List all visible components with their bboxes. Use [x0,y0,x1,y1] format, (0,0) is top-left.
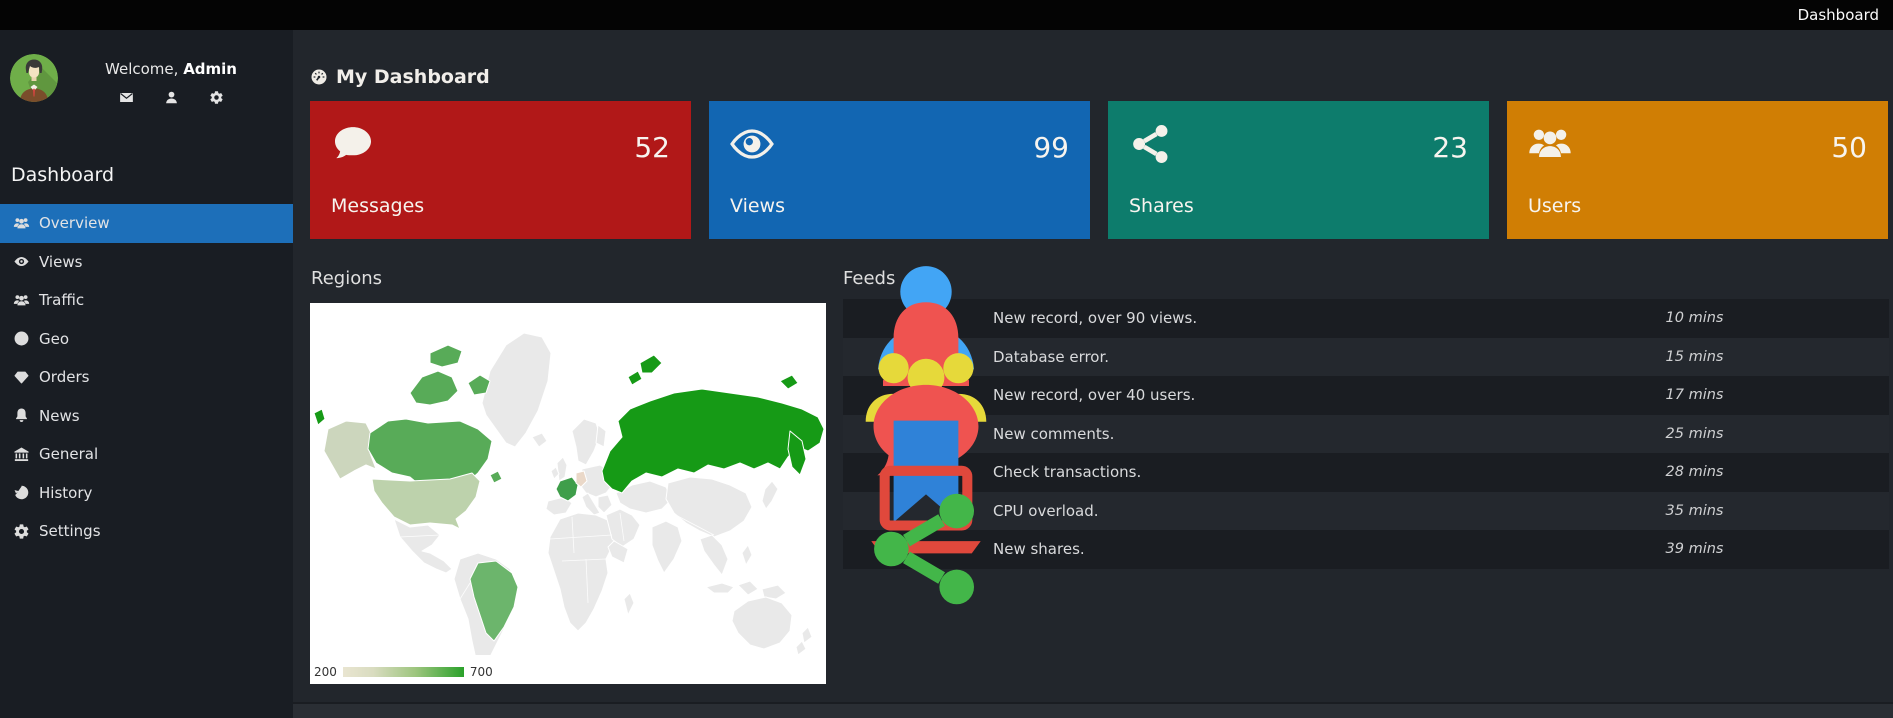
sidebar: Welcome, Admin Dashboard Overview Views [0,30,293,718]
sidebar-item-label: Geo [39,330,69,348]
bullseye-icon [13,330,30,347]
map-legend: 200 700 [314,665,493,679]
page-title-text: My Dashboard [336,66,490,88]
world-map[interactable]: 200 700 [310,303,826,684]
feed-row[interactable]: CPU overload. 35 mins [843,492,1889,531]
stat-card-users[interactable]: 50 Users [1507,101,1888,239]
share-icon [859,482,993,616]
feed-time: 39 mins [1500,541,1889,557]
footer-bar [293,702,1893,718]
feed-text: New record, over 40 users. [993,386,1500,404]
welcome-text: Welcome, Admin [66,60,276,78]
stat-cards: 52 Messages 99 Views 23 Shares [310,101,1888,239]
sidebar-item-views[interactable]: Views [0,243,293,282]
feed-time: 28 mins [1500,464,1889,480]
topbar-title: Dashboard [1798,6,1879,24]
sidebar-item-geo[interactable]: Geo [0,320,293,359]
stat-value: 99 [1033,131,1069,164]
feed-row[interactable]: New record, over 90 views. 10 mins [843,299,1889,338]
sidebar-item-label: Overview [39,214,110,232]
feed-row[interactable]: New shares. 39 mins [843,530,1889,569]
feed-row[interactable]: Check transactions. 28 mins [843,453,1889,492]
bell-icon [13,407,30,424]
feed-time: 10 mins [1500,310,1889,326]
feed-row[interactable]: Database error. 15 mins [843,338,1889,377]
welcome-prefix: Welcome, [105,60,178,78]
user-icon[interactable] [164,90,179,105]
top-bar: Dashboard [0,0,1893,30]
feeds-list: New record, over 90 views. 10 mins Datab… [843,299,1889,569]
sidebar-item-settings[interactable]: Settings [0,512,293,551]
stat-card-messages[interactable]: 52 Messages [310,101,691,239]
gear-icon [13,523,30,540]
page-title: My Dashboard [310,66,490,88]
feed-text: CPU overload. [993,502,1500,520]
main-content: My Dashboard 52 Messages 99 Views [293,30,1893,718]
feed-time: 17 mins [1500,387,1889,403]
stat-card-views[interactable]: 99 Views [709,101,1090,239]
stat-card-shares[interactable]: 23 Shares [1108,101,1489,239]
feed-time: 35 mins [1500,503,1889,519]
stat-value: 52 [634,131,670,164]
feed-text: Check transactions. [993,463,1500,481]
stat-value: 23 [1432,131,1468,164]
avatar[interactable] [10,54,58,102]
sidebar-menu: Overview Views Traffic Geo Orders News [0,204,293,551]
tachometer-icon [310,68,328,86]
sidebar-item-label: Orders [39,368,89,386]
feed-text: New shares. [993,540,1500,558]
eye-icon [729,121,775,167]
sidebar-item-history[interactable]: History [0,474,293,513]
legend-gradient-bar [343,667,464,677]
sidebar-section-title: Dashboard [11,164,114,186]
users-icon [13,292,30,309]
feed-time: 25 mins [1500,426,1889,442]
sidebar-item-traffic[interactable]: Traffic [0,281,293,320]
gear-icon[interactable] [209,90,224,105]
speech-bubble-icon [330,121,376,167]
stat-label: Messages [331,195,424,217]
feed-time: 15 mins [1500,349,1889,365]
sidebar-item-label: Settings [39,522,101,540]
stat-label: Views [730,195,785,217]
feed-row[interactable]: New record, over 40 users. 17 mins [843,376,1889,415]
stat-value: 50 [1831,131,1867,164]
feed-text: New record, over 90 views. [993,309,1500,327]
sidebar-item-orders[interactable]: Orders [0,358,293,397]
users-icon [13,215,30,232]
sidebar-item-label: General [39,445,98,463]
feed-row[interactable]: New comments. 25 mins [843,415,1889,454]
stat-label: Shares [1129,195,1194,217]
sidebar-item-label: Traffic [39,291,84,309]
sidebar-item-news[interactable]: News [0,397,293,436]
diamond-icon [13,369,30,386]
welcome-username: Admin [183,60,237,78]
sidebar-item-label: News [39,407,80,425]
stat-label: Users [1528,195,1581,217]
regions-title: Regions [311,268,382,289]
users-icon [1527,121,1573,167]
profile-icon-bar [66,90,276,105]
bank-icon [13,446,30,463]
eye-icon [13,253,30,270]
legend-min-label: 200 [314,665,337,679]
sidebar-item-overview[interactable]: Overview [0,204,293,243]
share-icon [1128,121,1174,167]
feed-text: New comments. [993,425,1500,443]
envelope-icon[interactable] [119,90,134,105]
feed-text: Database error. [993,348,1500,366]
sidebar-item-general[interactable]: General [0,435,293,474]
world-map-svg[interactable] [310,303,826,655]
history-icon [13,484,30,501]
sidebar-item-label: History [39,484,92,502]
legend-max-label: 700 [470,665,493,679]
sidebar-item-label: Views [39,253,82,271]
dashboard-page: Dashboard Welcome, Admin [0,0,1893,718]
